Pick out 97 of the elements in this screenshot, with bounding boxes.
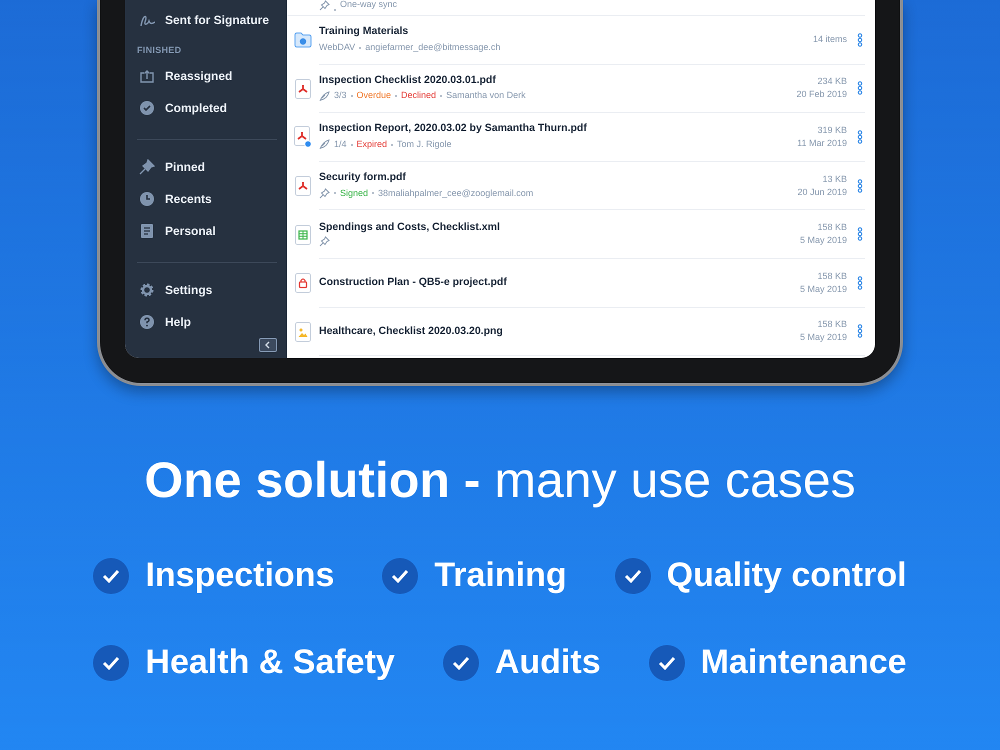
file-size: 319 KB: [816, 124, 847, 137]
check-circle-icon: [93, 558, 130, 594]
settings-icon: [139, 282, 155, 298]
help-icon: [139, 314, 155, 330]
document-icon: [139, 223, 155, 240]
pin-icon: [319, 0, 330, 11]
pin-icon: [139, 158, 155, 175]
check-circle-icon: [139, 100, 155, 116]
file-row[interactable]: Spendings and Costs, Checklist.xml 158 KB 5 May 2019: [287, 210, 865, 259]
file-row[interactable]: Inspection Checklist 2020.03.01.pdf 3/3 Overdue Declined Samantha von Derk 234 KB 20 Feb 2019: [287, 64, 865, 114]
file-name: Healthcare, Checklist 2020.03.20.png: [319, 324, 504, 338]
clock-icon: [139, 190, 155, 207]
signature-count: 1/4: [334, 138, 347, 152]
file-size: 158 KB: [816, 270, 847, 283]
separator-dot: [350, 95, 353, 98]
file-row[interactable]: Construction Plan - QB5-e project.pdf 158 KB 5 May 2019: [287, 258, 865, 308]
feather-icon: [319, 139, 330, 150]
sidebar-item[interactable]: Sent for Signature: [137, 4, 277, 36]
feature-label: Quality control: [666, 555, 907, 596]
more-icon[interactable]: [857, 81, 863, 96]
file-row[interactable]: Training Materials WebDAV angiefarmer_dee@bitmessage.ch 14 items: [287, 16, 865, 65]
locked-file-icon: [295, 273, 311, 294]
spreadsheet-file-icon: [295, 224, 311, 245]
status-label: Expired: [356, 138, 388, 152]
sidebar-item[interactable]: Settings: [137, 273, 277, 306]
file-size: 14 items: [812, 33, 847, 46]
sidebar-item[interactable]: Personal: [137, 215, 277, 248]
meta-text: angiefarmer_dee@bitmessage.ch: [365, 40, 500, 54]
file-size: 234 KB: [816, 75, 847, 88]
file-name: Training Materials: [319, 25, 410, 39]
separator-dot: [334, 192, 336, 194]
feature-label: Maintenance: [700, 642, 907, 683]
more-icon[interactable]: [857, 130, 863, 144]
pdf-file-icon: [295, 176, 311, 196]
more-icon[interactable]: [857, 32, 863, 47]
meta-text: One-way sync: [340, 0, 398, 11]
file-date: 20 Feb 2019: [796, 88, 847, 102]
collapse-sidebar-icon[interactable]: [259, 338, 277, 352]
feature-label: Audits: [494, 642, 601, 683]
feather-icon: [319, 90, 330, 102]
separator-dot: [359, 46, 362, 49]
pin-icon: [319, 188, 330, 199]
file-size: 158 KB: [816, 318, 847, 332]
separator-dot: [440, 95, 442, 98]
separator-dot: [350, 144, 353, 146]
meta-text: WebDAV: [319, 40, 356, 54]
headline: One solution - many use cases: [143, 451, 857, 510]
file-name: Construction Plan - QB5-e project.pdf: [319, 276, 508, 290]
sidebar-item[interactable]: Completed: [137, 92, 277, 124]
separator-dot: [391, 144, 394, 146]
check-circle-icon: [93, 644, 130, 680]
signature-count: 3/3: [334, 89, 347, 102]
tray-arrow-icon: [139, 68, 155, 84]
more-icon[interactable]: [857, 276, 863, 290]
file-date: 5 May 2019: [800, 234, 847, 248]
file-name: Inspection Report, 2020.03.02 by Samantha Thurn.pdf: [319, 122, 588, 136]
image-file-icon: [295, 322, 311, 342]
status-label: Declined: [401, 89, 436, 102]
file-name: Security form.pdf: [319, 171, 407, 185]
feature-label: Health & Safety: [145, 642, 395, 683]
more-icon[interactable]: [857, 324, 863, 338]
status-label: Signed: [340, 186, 368, 200]
file-row[interactable]: Inspection Report, 2020.03.02 by Samantha Thurn.pdf 1/4 Expired Tom J. Rigole 319 KB 11 Mar 2019: [287, 113, 865, 162]
pdf-file-icon: [294, 126, 312, 148]
folder-icon: [294, 32, 312, 48]
separator-dot: [395, 95, 398, 98]
separator-dot: [372, 192, 374, 194]
pdf-file-icon: [295, 78, 311, 99]
file-row[interactable]: Security form.pdf Signed 38maliahpalmer_cee@zooglemail.com 13 KB 20 Jun 2019: [287, 162, 865, 210]
more-icon[interactable]: [857, 227, 863, 242]
status-label: Overdue: [356, 89, 392, 102]
meta-text: 38maliahpalmer_cee@zooglemail.com: [378, 186, 534, 200]
check-circle-icon: [648, 644, 685, 680]
sidebar-item[interactable]: Recents: [137, 182, 277, 216]
sidebar-item[interactable]: Reassigned: [137, 60, 277, 92]
sidebar-item[interactable]: Help: [137, 306, 277, 338]
meta-text: Tom J. Rigole: [397, 138, 452, 152]
file-date: 20 Jun 2019: [797, 186, 847, 199]
section-header: FINISHED: [137, 44, 182, 58]
file-size: 13 KB: [821, 172, 847, 186]
file-size: 158 KB: [816, 221, 847, 234]
file-date: 5 May 2019: [800, 282, 847, 296]
check-circle-icon: [614, 558, 651, 594]
check-circle-icon: [442, 644, 479, 680]
separator-dot: [334, 9, 336, 11]
feature-label: Training: [434, 555, 567, 596]
meta-text: Samantha von Derk: [446, 89, 526, 102]
file-date: 11 Mar 2019: [797, 136, 847, 150]
more-icon[interactable]: [857, 178, 863, 193]
check-circle-icon: [382, 558, 418, 594]
file-name: Spendings and Costs, Checklist.xml: [319, 220, 501, 234]
file-name: Inspection Checklist 2020.03.01.pdf: [319, 74, 497, 88]
sidebar-item[interactable]: Pinned: [137, 150, 277, 183]
feature-label: Inspections: [145, 555, 334, 596]
pin-icon: [319, 236, 330, 248]
file-date: 5 May 2019: [800, 331, 847, 344]
file-row[interactable]: Healthcare, Checklist 2020.03.20.png 158 KB 5 May 2019: [287, 308, 865, 356]
